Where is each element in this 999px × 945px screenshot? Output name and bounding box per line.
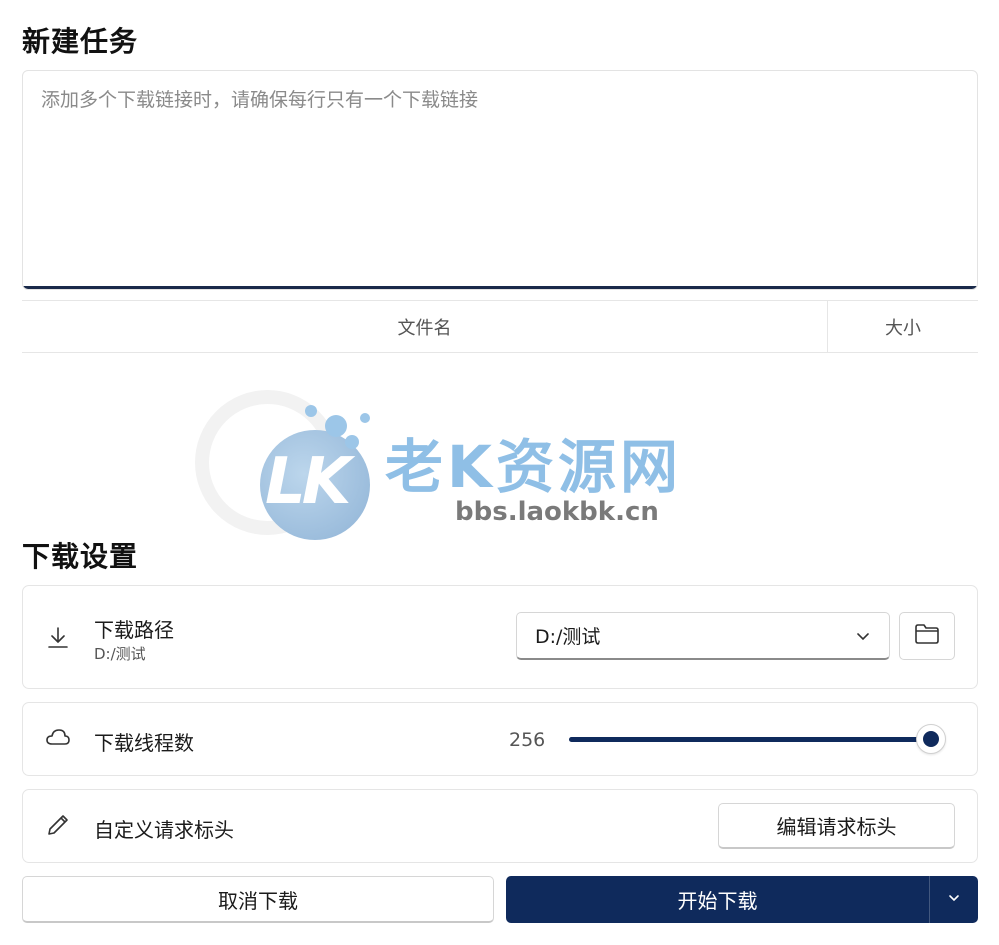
watermark-splash-dot — [345, 435, 359, 449]
threads-value: 256 — [509, 729, 546, 751]
watermark-ghost-logo — [195, 390, 340, 535]
download-path-title: 下载路径 — [94, 618, 174, 642]
download-path-card: 下载路径 D:/测试 D:/测试 — [22, 585, 978, 689]
chevron-down-icon — [855, 627, 871, 643]
start-download-split-button: 开始下载 — [506, 876, 978, 923]
column-header-size[interactable]: 大小 — [828, 301, 978, 352]
download-settings-heading: 下载设置 — [22, 540, 139, 573]
watermark-logo-letters: LK — [265, 445, 351, 519]
url-input-box[interactable] — [22, 70, 978, 290]
folder-icon — [914, 623, 940, 649]
download-threads-card: 下载线程数 256 — [22, 702, 978, 776]
download-path-select-value: D:/测试 — [535, 626, 601, 648]
cloud-icon — [45, 725, 71, 751]
threads-slider-fill — [569, 737, 939, 742]
browse-folder-button[interactable] — [899, 612, 955, 660]
watermark-site-name: 老K资源网 — [385, 433, 682, 501]
custom-headers-card: 自定义请求标头 编辑请求标头 — [22, 789, 978, 863]
url-input[interactable] — [23, 71, 977, 289]
download-path-select[interactable]: D:/测试 — [516, 612, 890, 660]
column-header-filename[interactable]: 文件名 — [22, 301, 828, 352]
file-table-header: 文件名 大小 — [22, 300, 978, 353]
download-threads-title: 下载线程数 — [94, 731, 194, 755]
url-input-focus-underline — [23, 286, 977, 289]
download-icon — [45, 625, 71, 651]
cancel-download-button[interactable]: 取消下载 — [22, 876, 494, 923]
watermark-splash-dot — [360, 413, 370, 423]
threads-slider[interactable] — [569, 724, 946, 754]
watermark-splash-dot — [305, 405, 317, 417]
pencil-icon — [45, 812, 71, 838]
start-download-dropdown-button[interactable] — [930, 876, 978, 923]
download-path-current: D:/测试 — [94, 645, 146, 663]
threads-slider-thumb[interactable] — [916, 724, 946, 754]
edit-headers-button[interactable]: 编辑请求标头 — [718, 803, 955, 849]
watermark: LK 老K资源网 bbs.laokbk.cn — [195, 385, 795, 555]
custom-headers-title: 自定义请求标头 — [94, 818, 234, 842]
new-task-heading: 新建任务 — [22, 25, 139, 58]
watermark-site-url: bbs.laokbk.cn — [455, 497, 659, 527]
watermark-splash-dot — [325, 415, 347, 437]
watermark-logo-circle — [260, 430, 370, 540]
start-download-button[interactable]: 开始下载 — [506, 876, 930, 923]
chevron-down-icon — [947, 890, 961, 909]
